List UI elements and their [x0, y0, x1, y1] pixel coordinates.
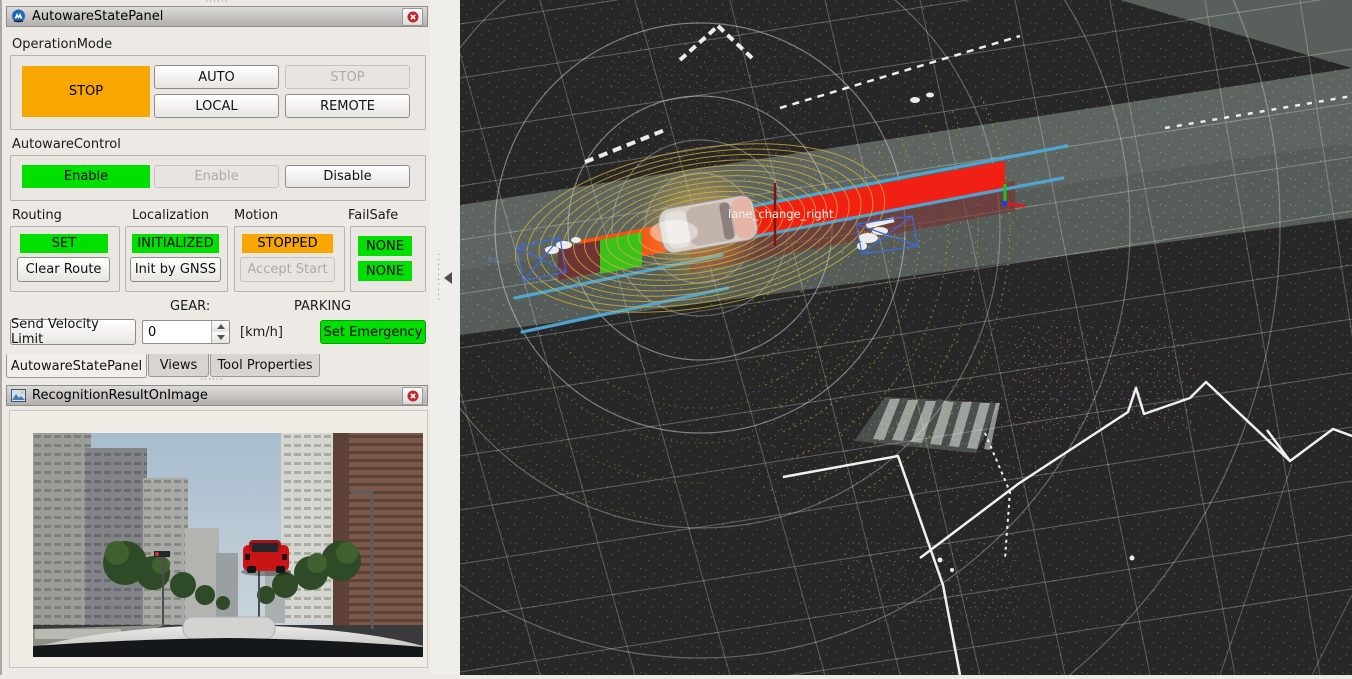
- localization-state-badge: INITIALIZED: [132, 234, 219, 253]
- object-velocity-label-right: 0.0: [842, 215, 852, 223]
- spin-up-button[interactable]: [212, 321, 229, 332]
- pointcloud-magenta-patch-2: [840, 540, 1020, 625]
- local-button[interactable]: LOCAL: [154, 94, 279, 118]
- accept-start-button[interactable]: Accept Start: [240, 257, 335, 282]
- close-icon: [407, 11, 419, 23]
- panel-title: RecognitionResultOnImage: [32, 388, 402, 403]
- dock-drag-handle-2[interactable]: ······: [182, 379, 242, 383]
- disable-button[interactable]: Disable: [285, 165, 410, 188]
- splitter-handle[interactable]: ··········: [437, 253, 440, 303]
- gear-value: PARKING: [294, 299, 351, 314]
- collapse-arrow-icon[interactable]: [444, 272, 452, 284]
- detected-red-car: [241, 540, 291, 576]
- localization-label: Localization: [132, 208, 209, 223]
- motion-label: Motion: [234, 208, 278, 223]
- operation-mode-current-button[interactable]: STOP: [22, 66, 150, 117]
- motion-state-badge: STOPPED: [242, 234, 333, 253]
- remote-button[interactable]: REMOTE: [285, 94, 410, 118]
- velocity-spinbox[interactable]: [142, 320, 230, 344]
- spin-up-icon: [217, 324, 225, 329]
- clear-route-button[interactable]: Clear Route: [17, 257, 110, 282]
- dock-splitter[interactable]: ··········: [430, 0, 460, 675]
- routing-label: Routing: [12, 208, 62, 223]
- camera-image: [33, 433, 423, 657]
- gear-label: GEAR:: [170, 299, 210, 314]
- rviz-3d-viewport[interactable]: 0.0 0.0 lane_change_right: [460, 0, 1352, 675]
- close-icon: [407, 390, 419, 402]
- velocity-unit-label: [km/h]: [240, 325, 283, 340]
- tab-tool-properties[interactable]: Tool Properties: [210, 354, 320, 377]
- object-velocity-label-left: 0.0: [488, 256, 498, 264]
- dock-drag-handle[interactable]: ······: [2, 1, 432, 5]
- autoware-state-panel-titlebar[interactable]: AutowareStatePanel: [6, 6, 428, 27]
- image-icon: [11, 389, 26, 402]
- spin-down-icon: [217, 335, 225, 340]
- init-by-gnss-button[interactable]: Init by GNSS: [130, 257, 221, 282]
- panel-title: AutowareStatePanel: [32, 9, 402, 24]
- behavior-annotation-label: lane_change_right: [728, 207, 834, 221]
- tab-views[interactable]: Views: [148, 354, 209, 377]
- autoware-logo-icon: [11, 9, 26, 24]
- auto-button[interactable]: AUTO: [154, 65, 279, 89]
- autoware-control-label: AutowareControl: [12, 137, 121, 152]
- recognition-panel-titlebar[interactable]: RecognitionResultOnImage: [6, 385, 428, 406]
- close-button[interactable]: [402, 387, 423, 405]
- stop-button[interactable]: STOP: [285, 65, 410, 89]
- failsafe-state-badge-1: NONE: [358, 236, 412, 256]
- rviz-3d-scene[interactable]: 0.0 0.0 lane_change_right: [460, 0, 1352, 675]
- send-velocity-limit-button[interactable]: Send Velocity Limit: [10, 319, 136, 345]
- failsafe-state-badge-2: NONE: [358, 261, 412, 281]
- tab-autoware-state-panel[interactable]: AutowareStatePanel: [6, 354, 147, 378]
- routing-state-badge: SET: [20, 234, 108, 253]
- enable-button[interactable]: Enable: [154, 165, 279, 188]
- control-current-button[interactable]: Enable: [22, 165, 150, 188]
- ego-vehicle: [638, 164, 762, 288]
- close-button[interactable]: [402, 8, 423, 26]
- left-dock-column: ······ AutowareStatePanel OperationMode …: [0, 0, 432, 675]
- velocity-input[interactable]: [143, 321, 211, 343]
- failsafe-label: FailSafe: [348, 208, 398, 223]
- spin-down-button[interactable]: [212, 332, 229, 343]
- operation-mode-label: OperationMode: [12, 37, 112, 52]
- set-emergency-button[interactable]: Set Emergency: [320, 320, 426, 344]
